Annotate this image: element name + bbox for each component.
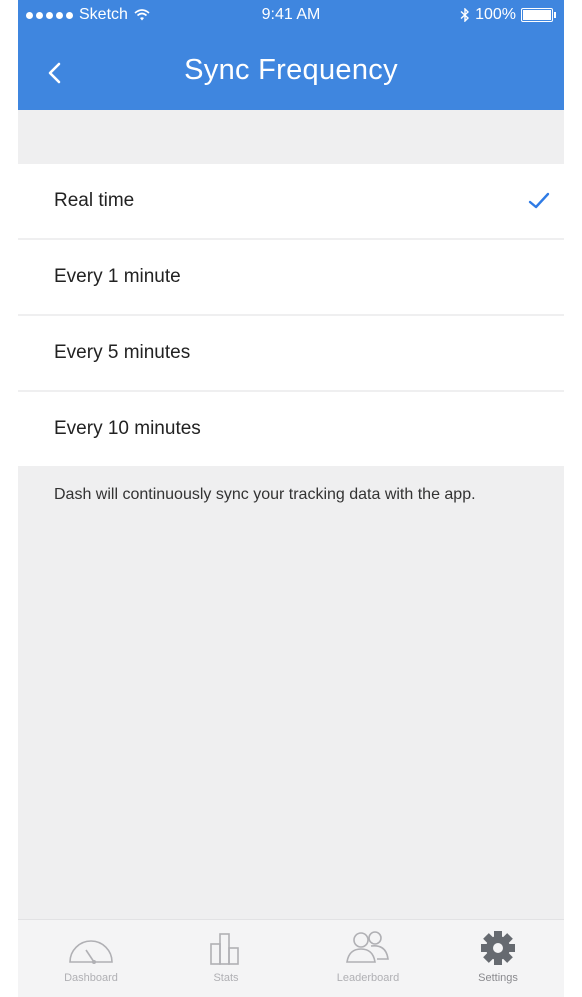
bluetooth-icon [460, 8, 470, 22]
option-label: Every 5 minutes [54, 342, 191, 363]
option-label: Every 10 minutes [54, 418, 201, 439]
battery-tip [554, 12, 556, 18]
tab-label: Settings [478, 972, 518, 984]
app-screen: Sketch 9:41 AM 100% Sync Frequency Real … [18, 0, 564, 997]
option-real-time[interactable]: Real time [18, 164, 564, 240]
battery-percent: 100% [475, 6, 516, 23]
option-every-5-minutes[interactable]: Every 5 minutes [18, 316, 564, 392]
bar-chart-icon [210, 933, 239, 965]
tab-dashboard[interactable]: Dashboard [31, 928, 151, 984]
option-label: Real time [54, 190, 135, 211]
tab-stats[interactable]: Stats [166, 928, 286, 984]
tab-label: Dashboard [64, 972, 118, 984]
option-every-1-minute[interactable]: Every 1 minute [18, 240, 564, 316]
option-label: Every 1 minute [54, 266, 181, 287]
page-title: Sync Frequency [184, 54, 398, 86]
tab-bar: Dashboard Stats Leaderboard Settings [18, 919, 564, 997]
checkmark-icon [528, 192, 550, 209]
sync-description: Dash will continuously sync your trackin… [54, 486, 476, 503]
status-bar: Sketch 9:41 AM 100% [18, 0, 564, 30]
people-icon [346, 931, 389, 963]
navigation-bar: Sketch 9:41 AM 100% Sync Frequency [18, 0, 564, 110]
gear-icon [481, 931, 515, 965]
tab-label: Leaderboard [336, 972, 400, 984]
dashboard-gauge-icon [69, 940, 113, 964]
tab-settings[interactable]: Settings [438, 928, 558, 984]
tab-label: Stats [213, 972, 239, 984]
battery-icon [521, 8, 553, 22]
option-every-10-minutes[interactable]: Every 10 minutes [18, 392, 564, 466]
sync-frequency-list: Real time Every 1 minute Every 5 minutes… [18, 164, 564, 466]
tab-leaderboard[interactable]: Leaderboard [308, 928, 428, 984]
